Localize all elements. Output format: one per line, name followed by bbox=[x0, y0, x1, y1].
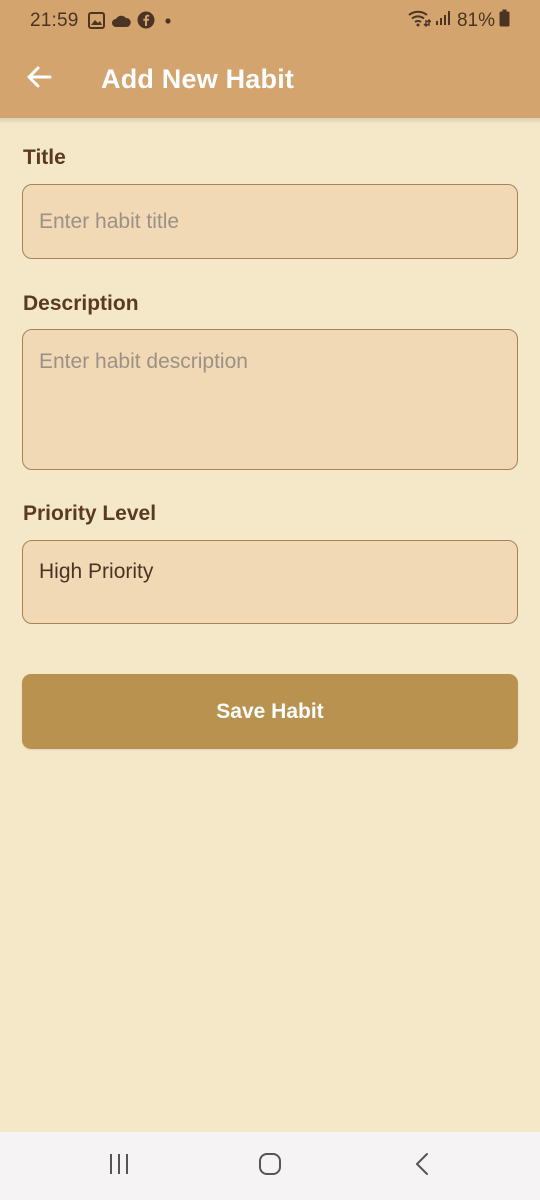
battery-percent: 81% bbox=[456, 10, 495, 31]
title-label: Title bbox=[23, 146, 66, 169]
priority-selected-value: High Priority bbox=[39, 560, 154, 583]
save-habit-label: Save Habit bbox=[216, 699, 324, 723]
recent-apps-icon bbox=[107, 1153, 131, 1180]
status-right: 81% bbox=[407, 9, 510, 33]
status-bar: 21:59 81% bbox=[0, 0, 540, 40]
back-icon bbox=[414, 1152, 430, 1181]
status-time: 21:59 bbox=[30, 10, 79, 31]
wifi-icon bbox=[407, 9, 432, 33]
priority-label: Priority Level bbox=[23, 502, 157, 525]
save-habit-button[interactable]: Save Habit bbox=[22, 674, 518, 749]
title-input[interactable] bbox=[23, 185, 517, 258]
add-habit-screen: 21:59 81% Add New Habit Title Enter habi… bbox=[0, 0, 540, 1200]
arrow-left-icon bbox=[26, 65, 52, 94]
priority-select[interactable]: High Priority bbox=[22, 540, 518, 624]
description-input[interactable] bbox=[23, 330, 517, 469]
description-field[interactable] bbox=[22, 329, 518, 470]
system-nav-bar bbox=[0, 1132, 540, 1200]
top-area: 21:59 81% Add New Habit bbox=[0, 0, 540, 118]
signal-icon bbox=[435, 10, 453, 32]
cloud-icon bbox=[111, 12, 131, 34]
description-label: Description bbox=[23, 292, 139, 315]
home-icon bbox=[258, 1152, 282, 1181]
gallery-icon bbox=[88, 11, 105, 35]
nav-back-button[interactable] bbox=[392, 1146, 452, 1186]
app-bar-shadow bbox=[0, 118, 540, 124]
status-left-icons bbox=[88, 11, 175, 35]
recent-apps-button[interactable] bbox=[89, 1146, 149, 1186]
page-title: Add New Habit bbox=[101, 64, 295, 94]
back-button[interactable] bbox=[14, 54, 64, 104]
app-bar: Add New Habit bbox=[0, 40, 540, 118]
home-button[interactable] bbox=[240, 1146, 300, 1186]
facebook-icon bbox=[137, 11, 155, 35]
battery-icon bbox=[499, 9, 510, 33]
title-field[interactable] bbox=[22, 184, 518, 259]
dot-icon bbox=[161, 12, 175, 34]
